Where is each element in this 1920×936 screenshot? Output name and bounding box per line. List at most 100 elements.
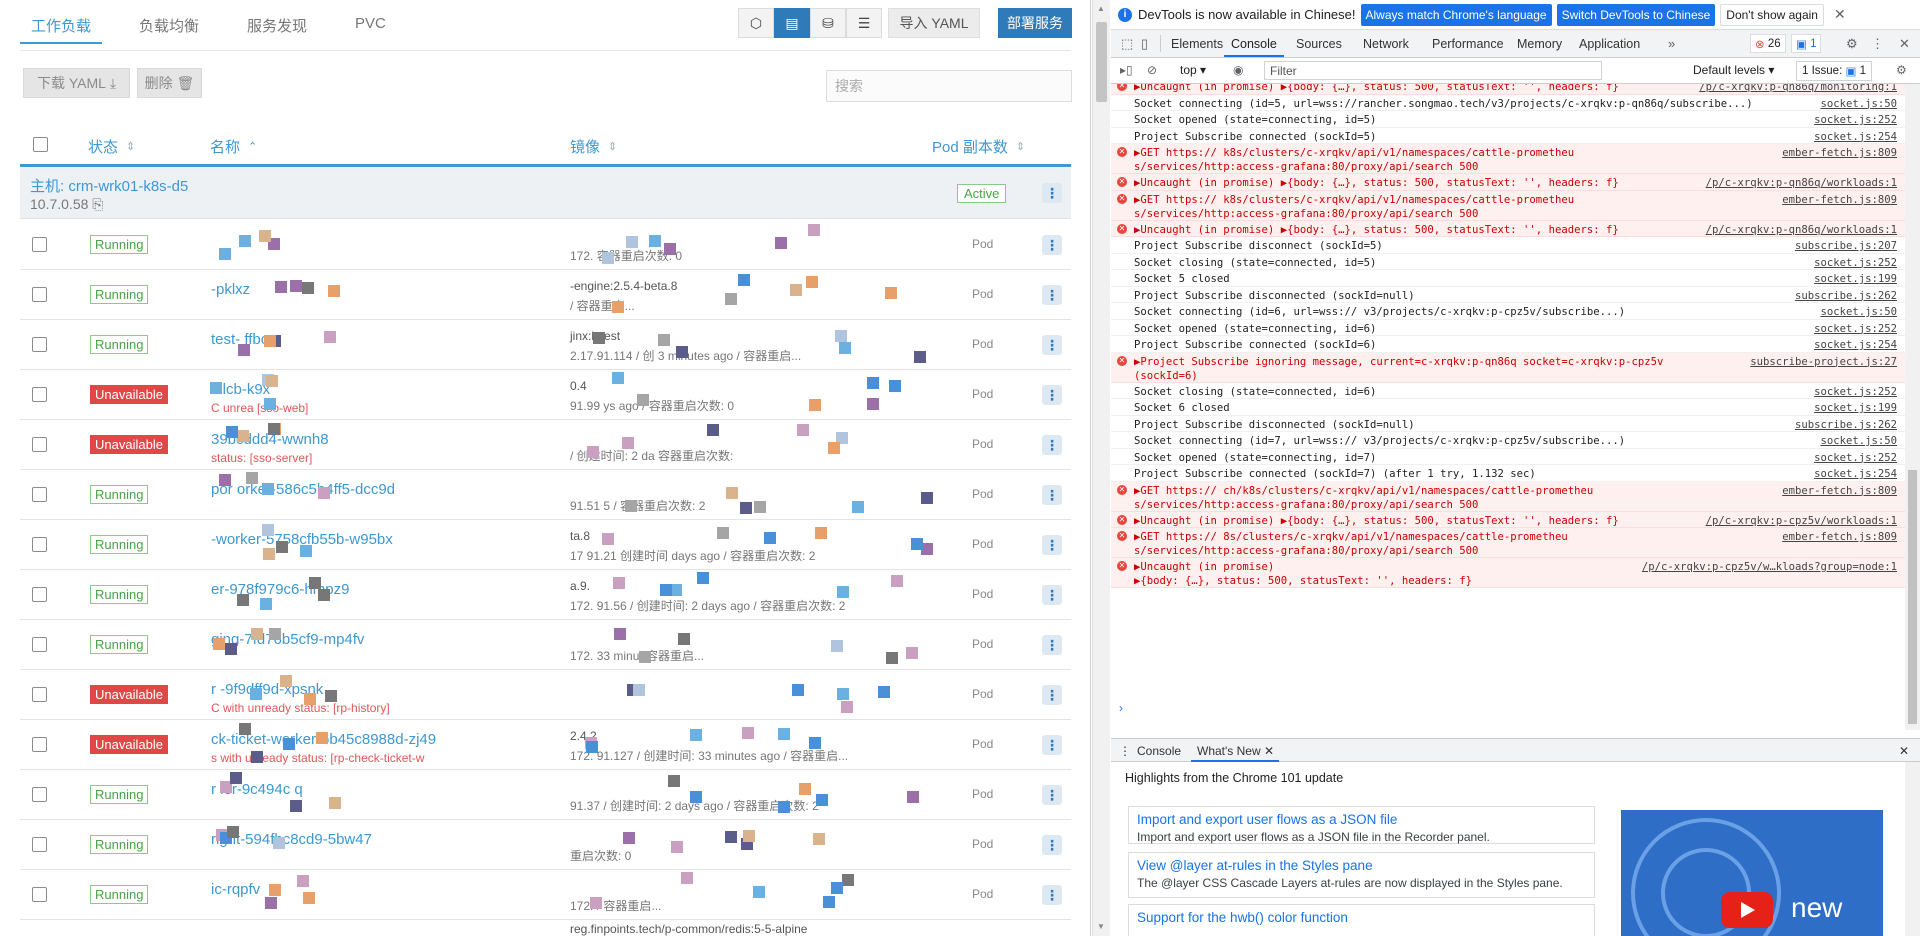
row-menu-icon[interactable]: ⋮ <box>1042 485 1062 505</box>
close-tab-icon[interactable]: ✕ <box>1264 744 1274 758</box>
more-options-icon[interactable]: ⋮ <box>1871 36 1884 52</box>
search-input[interactable] <box>826 70 1072 102</box>
clear-console-icon[interactable]: ⊘ <box>1147 63 1157 77</box>
tab-application[interactable]: Application <box>1579 37 1640 51</box>
levels-dropdown[interactable]: Default levels ▾ <box>1693 63 1774 77</box>
row-checkbox[interactable] <box>32 537 47 552</box>
view-group-icon[interactable]: ⛁ <box>810 8 846 38</box>
source-link[interactable]: socket.js:252 <box>1814 257 1897 269</box>
console-settings-icon[interactable]: ⚙ <box>1896 63 1907 77</box>
source-link[interactable]: socket.js:199 <box>1814 402 1897 414</box>
console-prompt[interactable]: › <box>1119 701 1123 715</box>
console-error-line[interactable]: ✕ ▶GET https:// k8s/clusters/c-xrqkv/api/… <box>1111 190 1905 221</box>
console-log[interactable]: › ✕ ▶Uncaught (in promise) ▶{body: {…}, s… <box>1111 84 1905 730</box>
tab-performance[interactable]: Performance <box>1432 37 1504 51</box>
console-log-line[interactable]: Socket opened (state=connecting, id=7) so… <box>1111 449 1905 465</box>
source-link[interactable]: socket.js:50 <box>1820 98 1897 110</box>
row-menu-icon[interactable]: ⋮ <box>1042 235 1062 255</box>
settings-gear-icon[interactable]: ⚙ <box>1846 36 1858 52</box>
inspect-icon[interactable]: ⬚ <box>1121 36 1133 52</box>
source-link[interactable]: socket.js:199 <box>1814 273 1897 285</box>
console-log-line[interactable]: Socket closing (state=connected, id=6) so… <box>1111 383 1905 399</box>
download-yaml-button[interactable]: 下载 YAML ⤓ <box>23 68 130 98</box>
source-link[interactable]: socket.js:252 <box>1814 114 1897 126</box>
source-link[interactable]: socket.js:252 <box>1814 452 1897 464</box>
col-state-header[interactable]: 状态 ⇕ <box>88 136 135 157</box>
source-link[interactable]: subscribe-project.js:27 <box>1750 356 1897 368</box>
close-icon[interactable]: ✕ <box>1834 6 1846 23</box>
tab-workloads[interactable]: 工作负载 <box>20 8 103 44</box>
close-drawer-icon[interactable]: ✕ <box>1899 744 1909 758</box>
console-error-line[interactable]: ✕ ▶Project Subscribe ignoring message, cu… <box>1111 352 1905 383</box>
source-link[interactable]: subscribe.js:262 <box>1795 290 1897 302</box>
console-log-line[interactable]: Socket connecting (id=5, url=wss://ranch… <box>1111 95 1905 111</box>
host-name[interactable]: crm-wrk01-k8s-d5 <box>68 178 188 195</box>
source-link[interactable]: ember-fetch.js:809 <box>1782 485 1897 497</box>
more-tabs-icon[interactable]: » <box>1668 36 1675 51</box>
import-yaml-button[interactable]: 导入 YAML <box>888 8 980 38</box>
copy-icon[interactable]: ⎘ <box>92 196 103 212</box>
row-menu-icon[interactable]: ⋮ <box>1042 885 1062 905</box>
row-checkbox[interactable] <box>32 437 47 452</box>
tab-memory[interactable]: Memory <box>1517 37 1562 51</box>
match-language-button[interactable]: Always match Chrome's language <box>1360 3 1552 26</box>
card-title[interactable]: Support for the hwb() color function <box>1137 910 1348 925</box>
row-menu-icon[interactable]: ⋮ <box>1042 835 1062 855</box>
console-log-line[interactable]: Socket connecting (id=6, url=wss:// v3/p… <box>1111 303 1905 320</box>
col-name-header[interactable]: 名称 ⌃ <box>210 136 257 157</box>
console-error-line[interactable]: ✕ ▶Uncaught (in promise) ▶{body: {…}, sta… <box>1111 84 1905 95</box>
source-link[interactable]: socket.js:252 <box>1814 323 1897 335</box>
source-link[interactable]: ember-fetch.js:809 <box>1782 147 1897 159</box>
row-menu-icon[interactable]: ⋮ <box>1042 335 1062 355</box>
feature-card[interactable]: View @layer at-rules in the Styles pane … <box>1128 852 1595 898</box>
row-checkbox[interactable] <box>32 687 47 702</box>
delete-button[interactable]: 删除 🗑 <box>137 68 202 98</box>
select-all-checkbox[interactable] <box>33 137 48 152</box>
dont-show-button[interactable]: Don't show again <box>1720 3 1824 26</box>
row-menu-icon[interactable]: ⋮ <box>1042 435 1062 455</box>
col-image-header[interactable]: 镜像 ⇕ <box>570 136 617 157</box>
card-title[interactable]: Import and export user flows as a JSON f… <box>1137 812 1397 827</box>
feature-card[interactable]: Support for the hwb() color function <box>1128 904 1595 936</box>
console-log-line[interactable]: Socket opened (state=connecting, id=6) so… <box>1111 320 1905 336</box>
console-error-line[interactable]: ✕ ▶Uncaught (in promise) ▶{body: {…}, sta… <box>1111 220 1905 237</box>
source-link[interactable]: ember-fetch.js:809 <box>1782 531 1897 543</box>
row-menu-icon[interactable]: ⋮ <box>1042 285 1062 305</box>
row-checkbox[interactable] <box>32 387 47 402</box>
issues-button[interactable]: 1 Issue: ▣ 1 <box>1796 61 1872 81</box>
page-scrollbar[interactable]: ▲ ▼ <box>1092 0 1110 936</box>
drawer-menu-icon[interactable]: ⋮ <box>1119 744 1131 758</box>
console-error-line[interactable]: ✕ ▶GET https:// 8s/clusters/c-xrqkv/api/v… <box>1111 528 1905 558</box>
source-link[interactable]: socket.js:252 <box>1814 386 1897 398</box>
pane-splitter[interactable] <box>1090 0 1091 936</box>
row-checkbox[interactable] <box>32 587 47 602</box>
source-link[interactable]: /p/c-xrqkv:p-qn86q/workloads:1 <box>1706 177 1897 189</box>
console-error-line[interactable]: ✕ ▶GET https:// ch/k8s/clusters/c-xrqkv/a… <box>1111 481 1905 512</box>
device-icon[interactable]: ▯ <box>1141 36 1148 52</box>
source-link[interactable]: /p/c-xrqkv:p-qn86q/workloads:1 <box>1706 224 1897 236</box>
source-link[interactable]: socket.js:50 <box>1820 306 1897 318</box>
view-flat-icon[interactable]: ☰ <box>846 8 882 38</box>
row-checkbox[interactable] <box>32 487 47 502</box>
context-select[interactable]: top ▾ <box>1180 63 1206 77</box>
feature-card[interactable]: Import and export user flows as a JSON f… <box>1128 806 1595 844</box>
close-devtools-icon[interactable]: ✕ <box>1899 36 1910 52</box>
console-log-line[interactable]: Project Subscribe connected (sockId=7) (… <box>1111 465 1905 482</box>
pod-name-link[interactable]: ic-rqpfv <box>211 881 260 898</box>
console-log-line[interactable]: Project Subscribe disconnected (sockId=n… <box>1111 416 1905 432</box>
row-checkbox[interactable] <box>32 837 47 852</box>
console-error-line[interactable]: ✕ ▶Uncaught (in promise) ▶{body: {…}, sta… <box>1111 511 1905 528</box>
drawer-tab-console[interactable]: Console <box>1137 744 1181 758</box>
pod-name-link[interactable]: por orker-586c5b4ff5-dcc9d <box>211 481 395 498</box>
tab-network[interactable]: Network <box>1363 37 1409 51</box>
row-checkbox[interactable] <box>32 337 47 352</box>
console-log-line[interactable]: Project Subscribe connected (sockId=5) so… <box>1111 128 1905 144</box>
row-menu-icon[interactable]: ⋮ <box>1042 685 1062 705</box>
console-error-line[interactable]: ✕ ▶GET https:// k8s/clusters/c-xrqkv/api/… <box>1111 144 1905 174</box>
deploy-button[interactable]: 部署服务 <box>998 8 1072 38</box>
drawer-tab-whats-new[interactable]: What's New ✕ <box>1197 744 1274 758</box>
sidebar-toggle-icon[interactable]: ▸▯ <box>1120 63 1133 77</box>
source-link[interactable]: /p/c-xrqkv:p-cpz5v/w…kloads?group=node:1 <box>1642 561 1897 573</box>
console-log-line[interactable]: Socket 5 closed socket.js:199 <box>1111 270 1905 287</box>
scroll-up-icon[interactable]: ▲ <box>1097 4 1105 13</box>
